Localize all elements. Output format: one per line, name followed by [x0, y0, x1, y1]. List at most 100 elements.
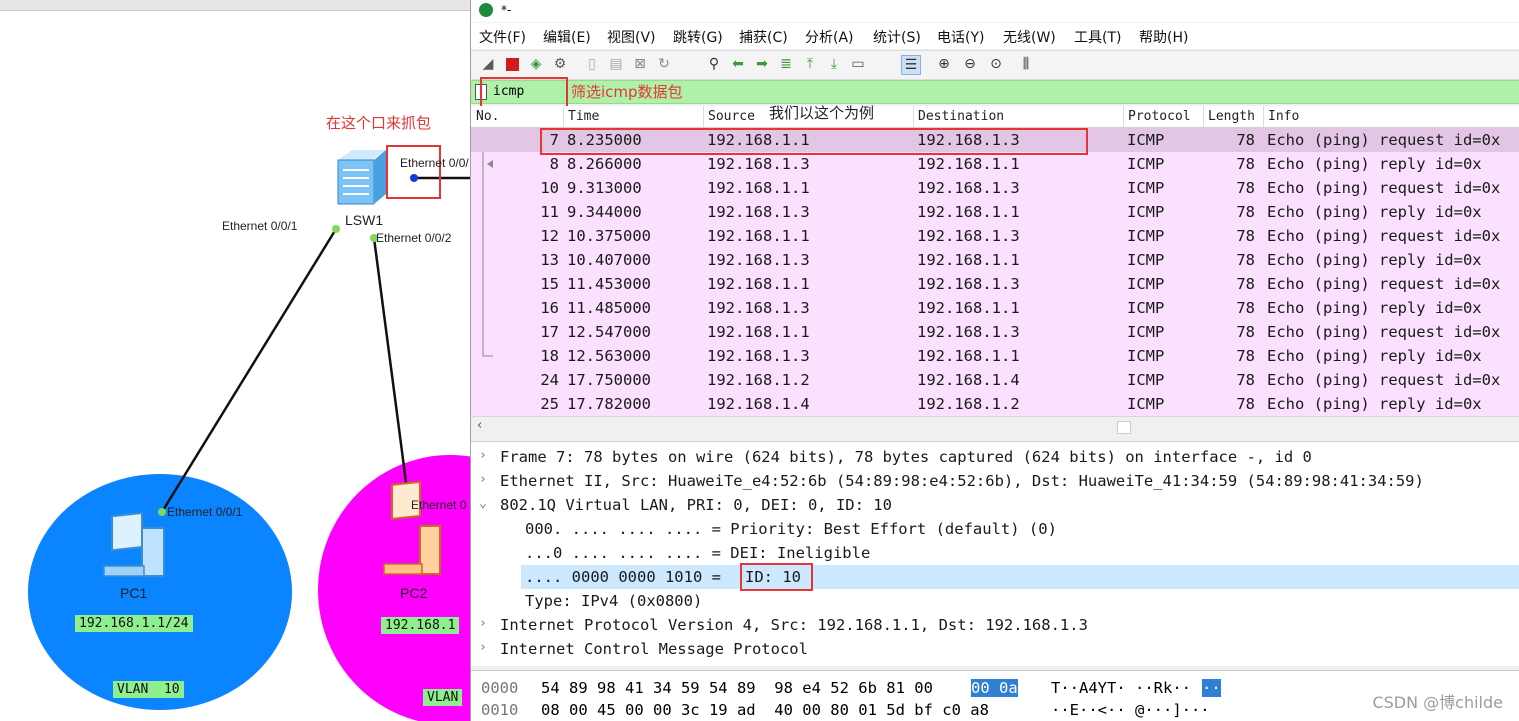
- detail-icmp[interactable]: › Internet Control Message Protocol: [471, 637, 1519, 661]
- packet-details: › Frame 7: 78 bytes on wire (624 bits), …: [471, 441, 1519, 666]
- last-icon[interactable]: ⤓: [825, 55, 843, 73]
- switch-label: LSW1: [345, 212, 384, 228]
- detail-vlan-id[interactable]: .... 0000 0000 1010 = ID: 10: [521, 563, 1519, 591]
- col-time[interactable]: Time: [568, 109, 599, 124]
- expand-arrow-icon[interactable]: ›: [479, 472, 487, 487]
- pc1-port: Ethernet 0/0/1: [167, 505, 243, 519]
- selected-ascii: ··: [1202, 679, 1221, 697]
- menu-wireless[interactable]: 无线(W): [1003, 27, 1056, 47]
- pc1-ip-label: 192.168.1.1/24: [75, 615, 193, 632]
- save-icon[interactable]: ▤: [607, 55, 625, 73]
- title-bar: *-: [471, 0, 1519, 22]
- menu-help[interactable]: 帮助(H): [1139, 27, 1188, 47]
- example-annotation: 我们以这个为例: [769, 104, 875, 122]
- topology-drawing: [28, 150, 472, 721]
- autoscroll-icon[interactable]: ▭: [849, 55, 867, 73]
- colorize-icon[interactable]: ☰: [901, 55, 921, 75]
- bytes-line[interactable]: 0010 08 00 45 00 00 3c 19 ad 40 00 80 01…: [471, 699, 1519, 721]
- find-icon[interactable]: ⚲: [705, 55, 723, 73]
- detail-vlan-priority[interactable]: 000. .... .... .... = Priority: Best Eff…: [471, 517, 1519, 541]
- detail-vlan-type[interactable]: Type: IPv4 (0x0800): [471, 589, 1519, 613]
- switch-port-left: Ethernet 0/0/1: [222, 219, 298, 233]
- col-info[interactable]: Info: [1268, 109, 1299, 124]
- menu-statistics[interactable]: 统计(S): [873, 27, 921, 47]
- expand-arrow-icon[interactable]: ›: [479, 640, 487, 655]
- packet-row[interactable]: 17 12.547000 192.168.1.1 192.168.1.3 ICM…: [471, 320, 1519, 344]
- pc1-vlan-label: VLAN 10: [113, 681, 184, 698]
- main-toolbar: ◢ ◈ ⚙ ▯ ▤ ⊠ ↻ ⚲ ⬅ ➡ ≣ ⤒ ⤓ ▭ ☰ ⊕ ⊖ ⊙ ⫼: [471, 50, 1519, 80]
- scroll-thumb[interactable]: [1117, 421, 1131, 434]
- zoom-normal-icon[interactable]: ⊙: [987, 55, 1005, 73]
- packet-row[interactable]: 24 17.750000 192.168.1.2 192.168.1.4 ICM…: [471, 368, 1519, 392]
- menu-edit[interactable]: 编辑(E): [543, 27, 591, 47]
- col-length[interactable]: Length: [1208, 109, 1255, 124]
- reload-icon[interactable]: ↻: [655, 55, 673, 73]
- restart-icon[interactable]: ◈: [527, 55, 545, 73]
- switch-port-mid: Ethernet 0/0/2: [376, 231, 452, 245]
- detail-vlan-dei[interactable]: ...0 .... .... .... = DEI: Ineligible: [471, 541, 1519, 565]
- packet-row[interactable]: 13 10.407000 192.168.1.3 192.168.1.1 ICM…: [471, 248, 1519, 272]
- pc2-ip-label: 192.168.1: [381, 617, 460, 634]
- pc2-label: PC2: [400, 585, 428, 601]
- display-filter-bar: 筛选icmp数据包: [471, 77, 1519, 109]
- packet-row[interactable]: 25 17.782000 192.168.1.4 192.168.1.2 ICM…: [471, 392, 1519, 416]
- menu-capture[interactable]: 捕获(C): [739, 27, 788, 47]
- vlan-id-highlight: [740, 563, 813, 591]
- goto-icon[interactable]: ≣: [777, 55, 795, 73]
- port-dot-pc1: [158, 508, 166, 516]
- options-icon[interactable]: ⚙: [551, 55, 569, 73]
- shark-fin-start-icon[interactable]: ◢: [479, 55, 497, 73]
- menu-analyze[interactable]: 分析(A): [805, 27, 854, 47]
- stop-icon[interactable]: [503, 55, 521, 73]
- packet-row[interactable]: 8 8.266000 192.168.1.3 192.168.1.1 ICMP …: [471, 152, 1519, 176]
- menu-telephony[interactable]: 电话(Y): [937, 27, 984, 47]
- capture-port-highlight: [386, 145, 441, 199]
- detail-ipv4[interactable]: › Internet Protocol Version 4, Src: 192.…: [471, 613, 1519, 637]
- packet-row[interactable]: 12 10.375000 192.168.1.1 192.168.1.3 ICM…: [471, 224, 1519, 248]
- port-dot-left: [332, 225, 340, 233]
- packet-list: 7 8.235000 192.168.1.1 192.168.1.3 ICMP …: [471, 128, 1519, 416]
- packet-row[interactable]: 16 11.485000 192.168.1.3 192.168.1.1 ICM…: [471, 296, 1519, 320]
- menu-view[interactable]: 视图(V): [607, 27, 656, 47]
- col-destination[interactable]: Destination: [918, 109, 1004, 124]
- bytes-line[interactable]: 0000 54 89 98 41 34 59 54 89 98 e4 52 6b…: [471, 677, 1519, 699]
- close-file-icon[interactable]: ⊠: [631, 55, 649, 73]
- link-lsw1-pc1: [160, 228, 338, 513]
- capture-annotation: 在这个口来抓包: [326, 114, 432, 132]
- col-no[interactable]: No.: [476, 109, 499, 124]
- packet-row[interactable]: 10 9.313000 192.168.1.1 192.168.1.3 ICMP…: [471, 176, 1519, 200]
- menu-go[interactable]: 跳转(G): [673, 27, 723, 47]
- menu-file[interactable]: 文件(F): [479, 27, 526, 47]
- expand-arrow-icon[interactable]: ›: [479, 616, 487, 631]
- col-source[interactable]: Source: [708, 109, 755, 124]
- pc2-port: Ethernet 0: [411, 498, 467, 512]
- open-icon[interactable]: ▯: [583, 55, 601, 73]
- scroll-left-icon[interactable]: ‹: [477, 418, 482, 433]
- back-icon[interactable]: ⬅: [729, 55, 747, 73]
- detail-frame[interactable]: › Frame 7: 78 bytes on wire (624 bits), …: [471, 445, 1519, 469]
- zoom-in-icon[interactable]: ⊕: [935, 55, 953, 73]
- packet-list-hscrollbar[interactable]: ‹: [471, 416, 1519, 437]
- zoom-out-icon[interactable]: ⊖: [961, 55, 979, 73]
- collapse-arrow-icon[interactable]: ⌄: [479, 496, 487, 511]
- switch-icon: [337, 150, 386, 205]
- topology-canvas: 在这个口来抓包 Ethernet 0/0/ LSW1 Ethernet 0/0/…: [0, 0, 472, 721]
- packet-row[interactable]: 11 9.344000 192.168.1.3 192.168.1.1 ICMP…: [471, 200, 1519, 224]
- expand-arrow-icon[interactable]: ›: [479, 448, 487, 463]
- col-protocol[interactable]: Protocol: [1128, 109, 1191, 124]
- pc2-vlan-label: VLAN: [423, 689, 463, 706]
- menu-tools[interactable]: 工具(T): [1074, 27, 1121, 47]
- packet-row[interactable]: 18 12.563000 192.168.1.3 192.168.1.1 ICM…: [471, 344, 1519, 368]
- filter-annotation: 筛选icmp数据包: [571, 83, 683, 101]
- forward-icon[interactable]: ➡: [753, 55, 771, 73]
- pc1-label: PC1: [120, 585, 148, 601]
- resize-columns-icon[interactable]: ⫼: [1017, 55, 1035, 73]
- first-icon[interactable]: ⤒: [801, 55, 819, 73]
- filter-highlight: [480, 77, 568, 109]
- detail-vlan[interactable]: ⌄ 802.1Q Virtual LAN, PRI: 0, DEI: 0, ID…: [471, 493, 1519, 517]
- link-lsw1-pc2: [372, 237, 411, 506]
- selected-bytes: 00 0a: [971, 679, 1018, 697]
- packet-bytes: 0000 54 89 98 41 34 59 54 89 98 e4 52 6b…: [471, 670, 1519, 721]
- packet-row[interactable]: 15 11.453000 192.168.1.1 192.168.1.3 ICM…: [471, 272, 1519, 296]
- detail-ethernet[interactable]: › Ethernet II, Src: HuaweiTe_e4:52:6b (5…: [471, 469, 1519, 493]
